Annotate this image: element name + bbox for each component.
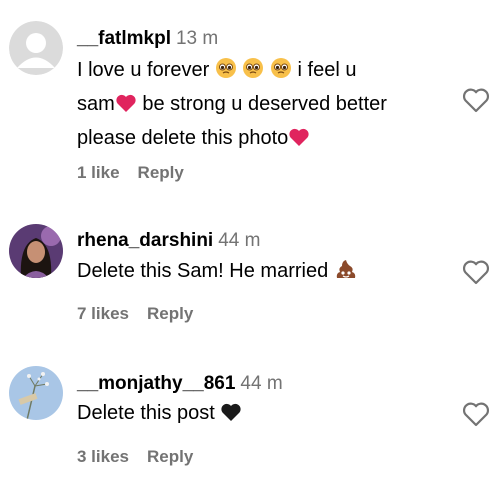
pleading-face-emoji-icon [242, 57, 264, 89]
comment-text: I love u forever i feel u sam be strong … [77, 55, 387, 157]
comment-timestamp: 13 m [175, 28, 219, 49]
comment-3: __monjathy__861 44 m Delete this post 3 l… [0, 345, 500, 500]
red-heart-emoji-icon [288, 126, 310, 157]
reply-button[interactable]: Reply [147, 447, 193, 466]
comment-username[interactable]: __fatlmkpl 13 m [77, 28, 218, 50]
comment-1: __fatlmkpl 13 m I love u forever i feel u… [0, 0, 500, 200]
poop-emoji-icon [334, 258, 358, 290]
pleading-face-emoji-icon [270, 57, 292, 89]
like-heart-icon[interactable] [462, 87, 490, 113]
reply-button[interactable]: Reply [147, 304, 193, 323]
avatar[interactable] [9, 224, 63, 278]
comment-timestamp: 44 m [218, 230, 261, 251]
black-heart-emoji-icon [220, 401, 242, 432]
comment-timestamp: 44 m [240, 373, 283, 394]
red-heart-emoji-icon [115, 92, 137, 123]
comment-text: Delete this post [77, 398, 242, 432]
comment-2: rhena_darshini 44 m Delete this Sam! He m… [0, 200, 500, 345]
likes-count[interactable]: 3 likes [77, 447, 129, 466]
like-heart-icon[interactable] [462, 259, 490, 285]
comment-username[interactable]: rhena_darshini 44 m [77, 230, 260, 252]
likes-count[interactable]: 1 like [77, 163, 120, 182]
comment-username[interactable]: __monjathy__861 44 m [77, 373, 283, 395]
pleading-face-emoji-icon [215, 57, 237, 89]
avatar[interactable] [9, 366, 63, 420]
likes-count[interactable]: 7 likes [77, 304, 129, 323]
reply-button[interactable]: Reply [138, 163, 184, 182]
comment-text: Delete this Sam! He married [77, 256, 358, 290]
like-heart-icon[interactable] [462, 401, 490, 427]
avatar[interactable] [9, 21, 63, 75]
